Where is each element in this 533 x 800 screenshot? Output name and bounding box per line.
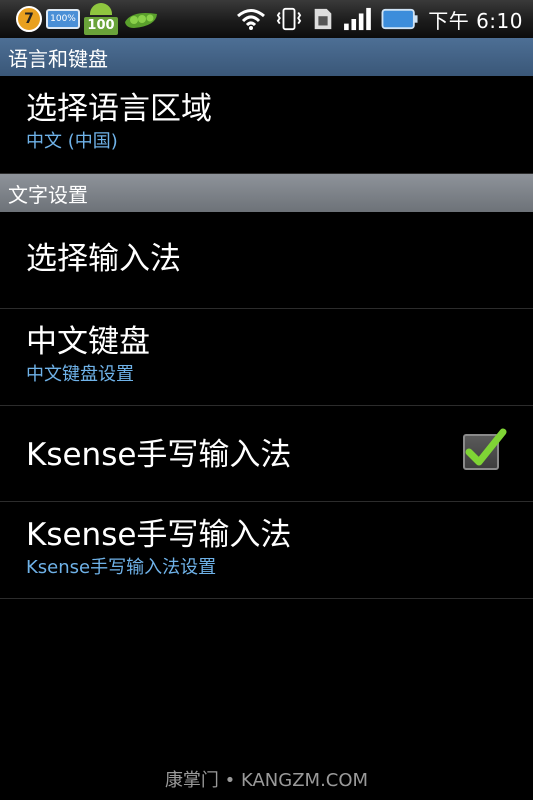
checkmark-icon	[465, 428, 507, 466]
status-bar-notifications: 7 100% 100	[16, 3, 160, 35]
item-subtitle: 中文键盘设置	[26, 364, 134, 385]
badge-icon[interactable]: 7	[16, 6, 42, 32]
item-subtitle: Ksense手写输入法设置	[26, 557, 217, 578]
battery-icon	[381, 8, 418, 30]
status-bar: 7 100% 100 下午 6:10	[0, 0, 533, 38]
wifi-icon	[237, 9, 266, 30]
android-icon-number: 100	[84, 17, 118, 35]
vibrate-icon	[277, 7, 302, 31]
ksense-handwriting-settings-item[interactable]: Ksense手写输入法 Ksense手写输入法设置	[0, 502, 533, 599]
item-subtitle: 中文 (中国)	[26, 131, 118, 152]
clock: 下午 6:10	[428, 8, 523, 33]
watermark: 康掌门 • KANGZM.COM	[164, 770, 369, 791]
android-icon[interactable]: 100	[84, 3, 118, 35]
battery-mini-icon[interactable]: 100%	[46, 9, 80, 29]
select-locale-item[interactable]: 选择语言区域 中文 (中国)	[0, 76, 533, 174]
select-input-method-item[interactable]: 选择输入法	[0, 212, 533, 309]
section-header-language-keyboard: 语言和键盘	[0, 38, 533, 76]
ksense-enabled-checkbox[interactable]	[463, 428, 507, 470]
chinese-keyboard-item[interactable]: 中文键盘 中文键盘设置	[0, 309, 533, 406]
status-bar-system: 下午 6:10	[236, 3, 523, 35]
item-title: Ksense手写输入法	[26, 437, 292, 473]
section-header-text-settings: 文字设置	[0, 174, 533, 212]
item-title: 中文键盘	[26, 324, 150, 360]
ksense-handwriting-toggle-item[interactable]: Ksense手写输入法	[0, 406, 533, 502]
item-title: 选择输入法	[26, 241, 181, 277]
signal-icon	[344, 7, 372, 31]
sim-icon	[314, 8, 332, 30]
item-title: Ksense手写输入法	[26, 517, 292, 553]
item-title: 选择语言区域	[26, 91, 212, 127]
pea-icon[interactable]	[122, 8, 160, 30]
